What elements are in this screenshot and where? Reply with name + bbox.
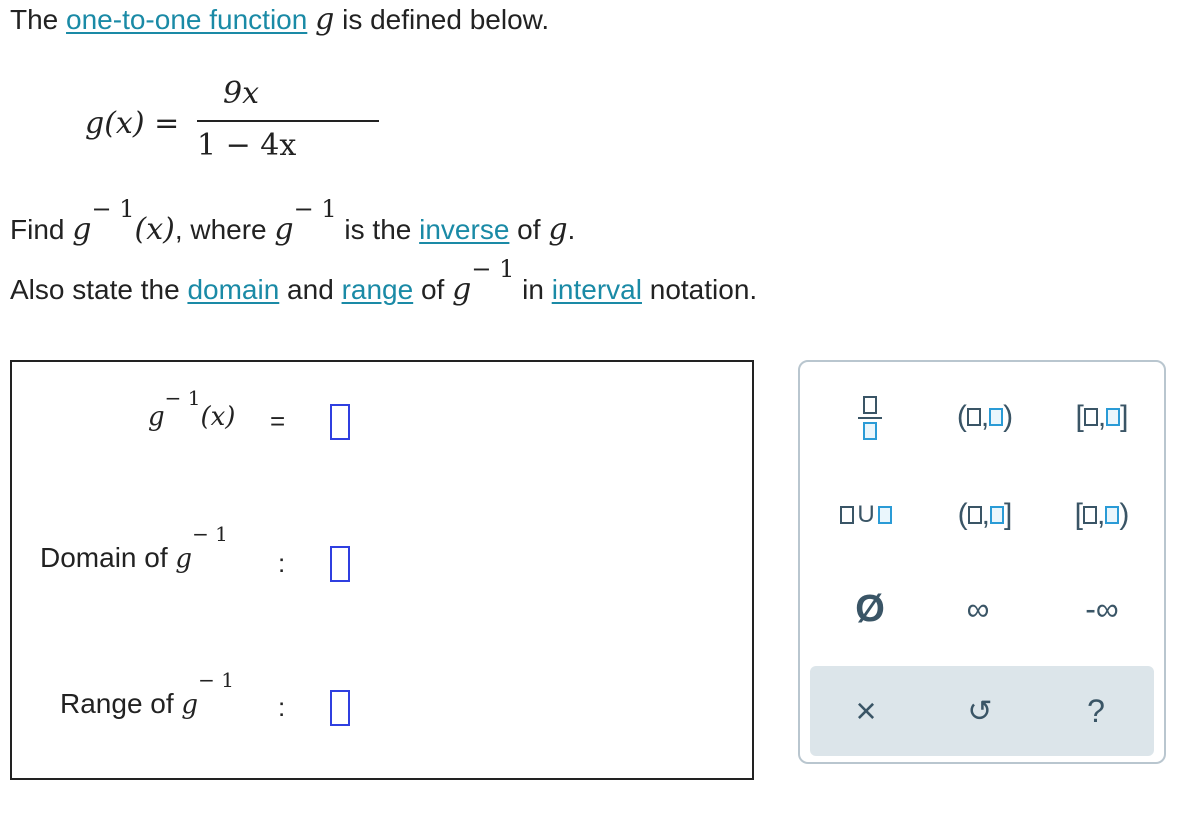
right-bracket: ]	[1120, 400, 1129, 433]
fraction-bar	[197, 120, 379, 122]
one-to-one-function-link[interactable]: one-to-one function	[66, 4, 307, 35]
domain-link[interactable]: domain	[187, 274, 279, 305]
of-text: of	[413, 274, 453, 305]
period: .	[567, 214, 576, 245]
union-button[interactable]: U	[826, 490, 906, 540]
undo-icon: ↺	[967, 694, 993, 728]
g-symbol: g	[274, 212, 294, 247]
formula-lhs: g(x) =	[85, 106, 180, 141]
domain-text: Domain of	[40, 542, 176, 573]
fraction-bar-icon	[858, 417, 882, 419]
numerator-box-icon	[863, 396, 877, 414]
half-open-left-closed-button[interactable]: [,)	[1054, 490, 1150, 540]
left-paren: (	[957, 498, 968, 531]
inverse-link[interactable]: inverse	[419, 214, 509, 245]
left-bracket: [	[1075, 400, 1084, 433]
box-icon	[840, 506, 855, 524]
problem-intro: The one-to-one function g is defined bel…	[10, 2, 549, 37]
comma: ,	[980, 400, 990, 433]
box-icon	[990, 506, 1004, 524]
close-icon: ×	[855, 690, 877, 731]
problem-find: Find g− 1(x), where g− 1 is the inverse …	[10, 195, 576, 247]
right-paren: )	[1119, 498, 1130, 531]
problem-state: Also state the domain and range of g− 1 …	[10, 255, 758, 307]
right-bracket: ]	[1004, 498, 1013, 531]
inverse-superscript: − 1	[192, 522, 228, 546]
box-icon	[1106, 408, 1121, 426]
function-definition: g(x) = 9x 1 − 4x	[85, 76, 379, 168]
g-symbol: g	[175, 544, 193, 574]
undo-button[interactable]: ↺	[950, 686, 1010, 736]
function-name: g	[315, 2, 335, 37]
left-paren: (	[956, 400, 967, 433]
box-icon	[1105, 506, 1120, 524]
comma: ,	[1097, 400, 1107, 433]
g-symbol: g	[181, 690, 199, 720]
inverse-superscript: − 1	[91, 195, 135, 223]
comma: ,	[981, 498, 990, 531]
range-input[interactable]	[330, 690, 350, 726]
also-state-text: Also state the	[10, 274, 188, 305]
left-bracket: [	[1074, 498, 1083, 531]
range-text: Range of	[60, 688, 182, 719]
empty-set-icon: Ø	[855, 587, 885, 630]
intro-suffix: is defined below.	[334, 4, 550, 35]
g-symbol: g	[72, 212, 92, 247]
answer-area: g− 1(x) = Domain of g− 1 : Range of g− 1…	[10, 360, 754, 780]
keypad-toolbar: × ↺ ?	[810, 666, 1154, 756]
box-icon	[1083, 408, 1098, 426]
help-icon: ?	[1087, 692, 1105, 729]
inverse-superscript: − 1	[164, 386, 201, 410]
closed-interval-button[interactable]: [,]	[1054, 392, 1150, 442]
fraction-button[interactable]	[840, 388, 900, 448]
range-colon: :	[278, 692, 286, 722]
right-paren: )	[1003, 400, 1014, 433]
infinity-button[interactable]: ∞	[948, 584, 1008, 634]
inverse-input[interactable]	[330, 404, 350, 440]
negative-infinity-icon: -∞	[1085, 590, 1119, 627]
inverse-superscript: − 1	[198, 668, 234, 692]
denominator-box-icon	[863, 422, 877, 440]
where-text: , where	[174, 214, 275, 245]
formula-denominator: 1 − 4x	[197, 128, 297, 163]
of-text: of	[509, 214, 549, 245]
box-icon	[1083, 506, 1097, 524]
equals-sign: =	[270, 406, 286, 436]
g-symbol: g	[548, 212, 568, 247]
domain-colon: :	[278, 548, 286, 578]
open-interval-button[interactable]: (,)	[940, 392, 1030, 442]
intro-text: The	[10, 4, 67, 35]
interval-link[interactable]: interval	[552, 274, 642, 305]
box-icon	[877, 506, 892, 524]
argument-x: (x)	[134, 212, 175, 247]
inverse-label: g− 1(x)	[148, 386, 236, 432]
clear-button[interactable]: ×	[836, 686, 896, 736]
comma: ,	[1097, 498, 1106, 531]
notation-text: notation.	[641, 274, 758, 305]
box-icon	[989, 408, 1004, 426]
range-label: Range of g− 1	[60, 668, 234, 720]
inverse-superscript: − 1	[293, 195, 337, 223]
formula-numerator: 9x	[223, 76, 260, 111]
math-keypad: (,) [,] U (,] [,) Ø ∞ -∞ × ↺ ?	[798, 360, 1166, 764]
help-button[interactable]: ?	[1066, 686, 1126, 736]
box-icon	[966, 408, 981, 426]
domain-label: Domain of g− 1	[40, 522, 228, 574]
in-text: in	[514, 274, 552, 305]
union-symbol: U	[857, 501, 875, 528]
g-symbol: g	[452, 272, 472, 307]
infinity-icon: ∞	[966, 590, 990, 627]
find-text: Find	[10, 214, 73, 245]
argument-x: (x)	[200, 402, 236, 432]
domain-input[interactable]	[330, 546, 350, 582]
empty-set-button[interactable]: Ø	[840, 584, 900, 634]
inverse-superscript: − 1	[471, 255, 515, 283]
negative-infinity-button[interactable]: -∞	[1062, 584, 1142, 634]
range-link[interactable]: range	[342, 274, 414, 305]
g-symbol: g	[148, 402, 165, 432]
half-open-right-closed-button[interactable]: (,]	[940, 490, 1030, 540]
box-icon	[967, 506, 982, 524]
is-the-text: is the	[336, 214, 420, 245]
and-text: and	[279, 274, 342, 305]
